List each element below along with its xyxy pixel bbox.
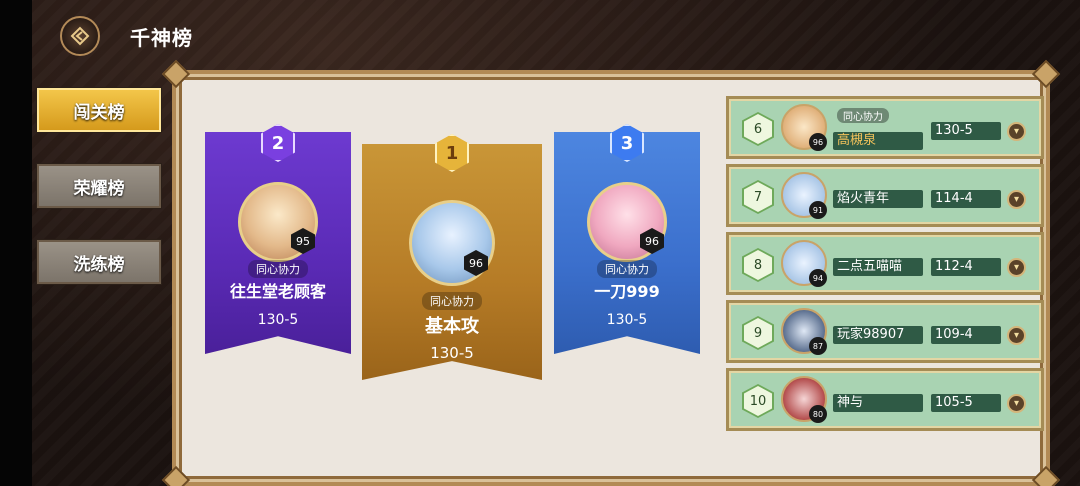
player-name: 基本攻	[425, 316, 479, 337]
list-item[interactable]: 8 94 二点五喵喵 112-4 ▾	[726, 232, 1044, 295]
level-badge: 80	[809, 405, 827, 423]
player-score: 130-5	[257, 312, 299, 328]
player-name: 焰火青年	[833, 190, 923, 208]
rank-badge: 9	[742, 316, 774, 350]
list-item[interactable]: 7 91 焰火青年 114-4 ▾	[726, 164, 1044, 227]
chevron-down-icon[interactable]: ▾	[1007, 122, 1026, 141]
tab-refine-ranking[interactable]: 洗练榜	[36, 239, 162, 285]
player-score: 114-4	[931, 190, 1001, 208]
rank-badge: 6	[742, 112, 774, 146]
chevron-down-icon[interactable]: ▾	[1007, 394, 1026, 413]
player-score: 112-4	[931, 258, 1001, 276]
back-arrow-icon	[70, 26, 90, 46]
list-item[interactable]: 9 87 玩家98907 109-4 ▾	[726, 300, 1044, 363]
rank-badge: 8	[742, 248, 774, 282]
player-name: 往生堂老顾客	[229, 282, 326, 301]
player-name: 神与	[833, 394, 923, 412]
level-badge: 94	[809, 269, 827, 287]
list-item[interactable]: 6 96 同心协力 高槻泉 130-5 ▾	[726, 96, 1044, 159]
page-title: 千神榜	[130, 26, 193, 50]
rank-badge: 10	[742, 384, 774, 418]
tab-honor-ranking[interactable]: 荣耀榜	[36, 163, 162, 209]
guild-tag: 同心协力	[837, 108, 889, 123]
level-badge: 87	[809, 337, 827, 355]
rank-badge: 7	[742, 180, 774, 214]
tab-level-ranking[interactable]: 闯关榜	[36, 87, 162, 133]
left-edge-bar	[0, 0, 32, 486]
back-button[interactable]	[60, 16, 100, 56]
guild-tag: 同心协力	[248, 260, 308, 278]
player-score: 130-5	[606, 312, 648, 328]
level-badge: 96	[809, 133, 827, 151]
level-badge: 91	[809, 201, 827, 219]
podium-first[interactable]: 1 96 同心协力 基本攻 130-5	[362, 134, 542, 380]
chevron-down-icon[interactable]: ▾	[1007, 326, 1026, 345]
player-score: 105-5	[931, 394, 1001, 412]
player-score: 109-4	[931, 326, 1001, 344]
podium-second[interactable]: 2 95 同心协力 往生堂老顾客 130-5	[205, 124, 351, 354]
list-item[interactable]: 10 80 神与 105-5 ▾	[726, 368, 1044, 431]
guild-tag: 同心协力	[597, 260, 657, 278]
player-name: 一刀999	[594, 282, 660, 301]
podium-third[interactable]: 3 96 同心协力 一刀999 130-5	[554, 124, 700, 354]
player-name: 玩家98907	[833, 326, 923, 344]
chevron-down-icon[interactable]: ▾	[1007, 258, 1026, 277]
player-name: 二点五喵喵	[833, 258, 923, 276]
player-avatar	[409, 200, 495, 286]
player-name: 高槻泉	[833, 132, 923, 150]
guild-tag: 同心协力	[422, 292, 482, 310]
chevron-down-icon[interactable]: ▾	[1007, 190, 1026, 209]
player-score: 130-5	[430, 344, 474, 362]
player-score: 130-5	[931, 122, 1001, 140]
